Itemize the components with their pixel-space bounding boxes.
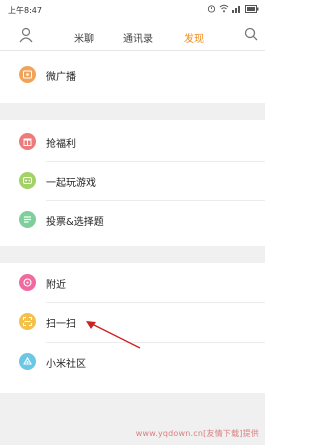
list-item-broadcast[interactable]: 微广播 bbox=[0, 57, 265, 93]
list-item-welfare[interactable]: 抢福利 bbox=[0, 124, 265, 160]
list-item-label: 扫一扫 bbox=[46, 319, 76, 330]
list-item-label: 附近 bbox=[46, 280, 66, 291]
list-item-label: 抢福利 bbox=[46, 139, 76, 150]
section-gap bbox=[0, 103, 265, 120]
search-icon[interactable] bbox=[244, 27, 258, 41]
list-item-nearby[interactable]: 附近 bbox=[0, 265, 265, 301]
list-item-vote[interactable]: 投票&选择题 bbox=[0, 202, 265, 238]
tab-contacts[interactable]: 通讯录 bbox=[123, 30, 153, 45]
game-icon bbox=[19, 172, 36, 189]
alarm-icon bbox=[207, 5, 216, 13]
status-icons bbox=[207, 4, 259, 13]
list-item-label: 一起玩游戏 bbox=[46, 178, 96, 189]
tab-miliao[interactable]: 米聊 bbox=[74, 30, 94, 45]
divider bbox=[46, 200, 265, 201]
divider bbox=[46, 302, 265, 303]
broadcast-icon bbox=[19, 66, 36, 83]
scan-icon bbox=[19, 313, 36, 330]
list-item-label: 微广播 bbox=[46, 72, 76, 83]
vote-icon bbox=[19, 211, 36, 228]
user-profile-icon[interactable] bbox=[19, 27, 33, 43]
list-item-label: 投票&选择题 bbox=[46, 217, 104, 228]
signal-icon bbox=[232, 6, 240, 13]
section-broadcast: 微广播 bbox=[0, 51, 265, 103]
list-item-games[interactable]: 一起玩游戏 bbox=[0, 163, 265, 199]
watermark: www.yqdown.cn[友情下载]提供 bbox=[135, 429, 259, 438]
divider bbox=[46, 161, 265, 162]
top-nav-header: 米聊 通讯录 发现 bbox=[0, 22, 265, 51]
community-icon bbox=[19, 353, 36, 370]
tab-discover[interactable]: 发现 bbox=[184, 30, 204, 45]
status-bar: 上午8:47 bbox=[0, 0, 265, 22]
list-item-label: 小米社区 bbox=[46, 359, 86, 370]
annotation-arrow bbox=[86, 321, 141, 349]
divider bbox=[46, 342, 265, 343]
gift-icon bbox=[19, 133, 36, 150]
section-gap bbox=[0, 246, 265, 263]
wifi-icon bbox=[219, 4, 229, 13]
battery-icon bbox=[245, 4, 259, 13]
status-time: 上午8:47 bbox=[8, 6, 42, 15]
nearby-icon bbox=[19, 274, 36, 291]
section-activities: 抢福利 一起玩游戏 投票&选择题 bbox=[0, 120, 265, 246]
